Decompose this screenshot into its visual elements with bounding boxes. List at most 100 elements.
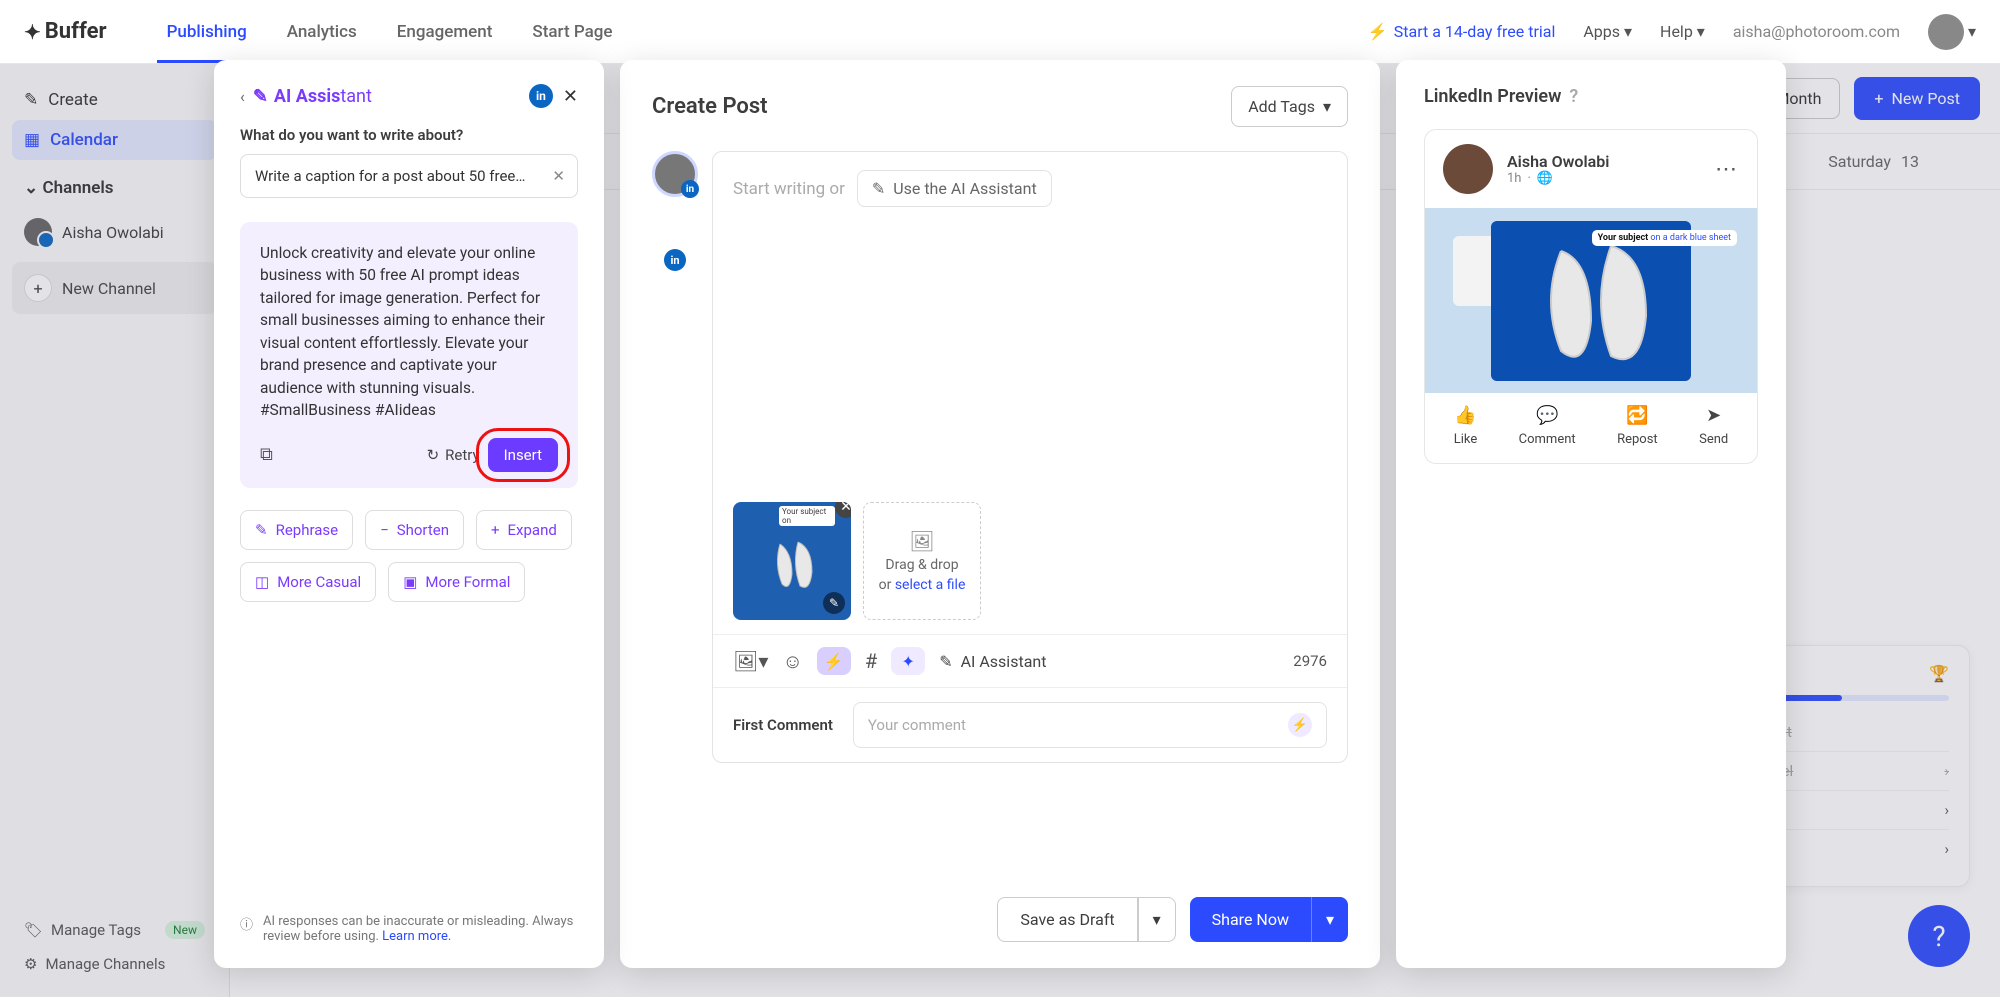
top-nav: Buffer Publishing Analytics Engagement S… — [0, 0, 2000, 64]
repost-label: Repost — [1617, 432, 1658, 447]
rephrase-button[interactable]: ✎ Rephrase — [240, 510, 353, 550]
add-tags-button[interactable]: Add Tags ▾ — [1231, 86, 1348, 127]
modifier-row: ✎ Rephrase − Shorten + Expand ◫ More Cas… — [240, 510, 578, 602]
preview-actions: 👍Like 💬 Comment 🔁 Repost ➤ Send — [1425, 393, 1757, 463]
apps-menu[interactable]: Apps ▾ — [1583, 22, 1632, 41]
attachment-row: Your subject on ✕ ✎ 🖼 Drag & drop or sel… — [713, 502, 1347, 634]
first-comment-row: First Comment Your comment ⚡ — [713, 687, 1347, 762]
editor-placeholder: Start writing or — [733, 179, 845, 199]
preview-title-text: LinkedIn Preview — [1424, 86, 1561, 107]
comment-icon: 💬 — [1536, 405, 1558, 426]
retry-button[interactable]: ↻ Retry — [427, 446, 480, 464]
preview-more-icon[interactable]: ⋯ — [1715, 157, 1739, 182]
share-now-button[interactable]: Share Now — [1190, 897, 1311, 942]
clear-icon[interactable]: ✕ — [552, 167, 565, 185]
expand-label: Expand — [508, 521, 557, 539]
create-post-footer: Save as Draft ▾ Share Now ▾ — [652, 877, 1348, 942]
image-icon: 🖼 — [909, 529, 934, 553]
first-comment-placeholder: Your comment — [868, 716, 966, 734]
linkedin-channel-icon[interactable]: in — [529, 84, 553, 108]
media-picker-icon[interactable]: 🖼▾ — [733, 649, 768, 673]
composer-row: in Start writing or ✎ Use the AI Assista… — [652, 151, 1348, 763]
generated-box: Unlock creativity and elevate your onlin… — [240, 222, 578, 488]
info-icon: ⓘ — [240, 914, 253, 944]
ai-header: ‹ ✎AI Assistant in ✕ — [240, 84, 578, 108]
send-icon: ➤ — [1706, 405, 1721, 426]
sparkle-icon: ✎ — [253, 86, 268, 107]
back-button[interactable]: ‹ — [240, 87, 245, 106]
close-button[interactable]: ✕ — [563, 86, 578, 107]
attachment-thumbnail[interactable]: Your subject on ✕ ✎ — [733, 502, 851, 620]
attachment-dropzone[interactable]: 🖼 Drag & drop or select a file — [863, 502, 981, 620]
help-menu[interactable]: Help ▾ — [1660, 22, 1705, 41]
ai-assistant-panel: ‹ ✎AI Assistant in ✕ What do you want to… — [214, 60, 604, 968]
trial-text: Start a 14-day free trial — [1394, 22, 1556, 41]
or-label: or — [879, 577, 895, 593]
more-casual-label: More Casual — [277, 573, 361, 591]
help-icon[interactable]: ? — [1569, 86, 1578, 107]
preview-card-header: Aisha Owolabi 1h · 🌐 ⋯ — [1425, 130, 1757, 208]
first-comment-input[interactable]: Your comment ⚡ — [853, 702, 1327, 748]
more-casual-button[interactable]: ◫ More Casual — [240, 562, 376, 602]
ai-title-rest: tant — [340, 86, 372, 107]
save-draft-button[interactable]: Save as Draft — [997, 897, 1137, 942]
nav-tabs: Publishing Analytics Engagement Start Pa… — [167, 2, 613, 62]
send-button[interactable]: ➤ Send — [1699, 405, 1728, 447]
comment-label: Comment — [1519, 432, 1576, 447]
edit-attachment-icon[interactable]: ✎ — [823, 592, 845, 614]
send-label: Send — [1699, 432, 1728, 447]
copy-icon[interactable]: ⧉ — [260, 444, 273, 465]
shorten-button[interactable]: − Shorten — [365, 510, 464, 550]
trial-link[interactable]: ⚡ Start a 14-day free trial — [1368, 22, 1556, 41]
ai-disclaimer: ⓘ AI responses can be inaccurate or misl… — [240, 900, 578, 944]
select-file-link[interactable]: select a file — [895, 577, 966, 593]
share-now-menu[interactable]: ▾ — [1311, 897, 1348, 942]
preview-name: Aisha Owolabi — [1507, 152, 1609, 171]
use-ai-button[interactable]: ✎ Use the AI Assistant — [857, 170, 1052, 207]
insert-button[interactable]: Insert — [488, 438, 558, 472]
more-formal-button[interactable]: ▣ More Formal — [388, 562, 525, 602]
user-avatar-menu[interactable]: ▾ — [1928, 14, 1976, 50]
learn-more-link[interactable]: Learn more. — [382, 929, 451, 944]
shorten-label: Shorten — [397, 521, 449, 539]
like-button[interactable]: 👍Like — [1454, 405, 1478, 447]
cp-header: Create Post Add Tags ▾ — [652, 86, 1348, 127]
retry-label: Retry — [445, 446, 479, 464]
like-label: Like — [1454, 432, 1478, 447]
prompt-input[interactable]: Write a caption for a post about 50 free… — [240, 154, 578, 198]
editor-toolbar: 🖼▾ ☺ ⚡ # ✦ ✎ AI Assistant 2976 — [713, 634, 1347, 687]
help-label: Help — [1660, 22, 1693, 41]
comment-ai-icon[interactable]: ⚡ — [1288, 713, 1312, 737]
tab-publishing[interactable]: Publishing — [167, 2, 247, 62]
composer-avatar[interactable] — [652, 151, 698, 197]
emoji-icon[interactable]: ☺ — [782, 649, 802, 674]
prompt-value: Write a caption for a post about 50 free… — [255, 167, 525, 185]
tab-engagement[interactable]: Engagement — [397, 2, 493, 62]
repost-icon: 🔁 — [1626, 405, 1648, 426]
prompt-label: What do you want to write about? — [240, 126, 578, 144]
user-email: aisha@photoroom.com — [1733, 22, 1900, 41]
expand-button[interactable]: + Expand — [476, 510, 572, 550]
more-formal-label: More Formal — [425, 573, 510, 591]
first-comment-label: First Comment — [733, 716, 833, 734]
ai-assistant-button[interactable]: ✎ AI Assistant — [939, 652, 1046, 671]
create-post-title: Create Post — [652, 94, 768, 119]
ai-assistant-label: AI Assistant — [961, 652, 1047, 671]
linkedin-badge-icon[interactable]: in — [664, 249, 686, 271]
apps-label: Apps — [1583, 22, 1620, 41]
preview-title: LinkedIn Preview ? — [1424, 86, 1758, 107]
brand-logo[interactable]: Buffer — [24, 19, 107, 44]
sparkle-toggle[interactable]: ✦ — [891, 647, 925, 675]
editor-area[interactable]: Start writing or ✎ Use the AI Assistant — [713, 152, 1347, 502]
tab-startpage[interactable]: Start Page — [532, 2, 612, 62]
tab-analytics[interactable]: Analytics — [287, 2, 357, 62]
repost-button[interactable]: 🔁 Repost — [1617, 405, 1658, 447]
insert-label: Insert — [504, 446, 542, 464]
comment-button[interactable]: 💬 Comment — [1519, 405, 1576, 447]
remove-attachment-icon[interactable]: ✕ — [835, 502, 851, 518]
lightning-toggle[interactable]: ⚡ — [817, 647, 851, 675]
preview-card: Aisha Owolabi 1h · 🌐 ⋯ Your subject on a… — [1424, 129, 1758, 464]
preview-avatar-icon — [1443, 144, 1493, 194]
save-draft-menu[interactable]: ▾ — [1138, 897, 1176, 942]
hashtag-icon[interactable]: # — [865, 649, 877, 673]
